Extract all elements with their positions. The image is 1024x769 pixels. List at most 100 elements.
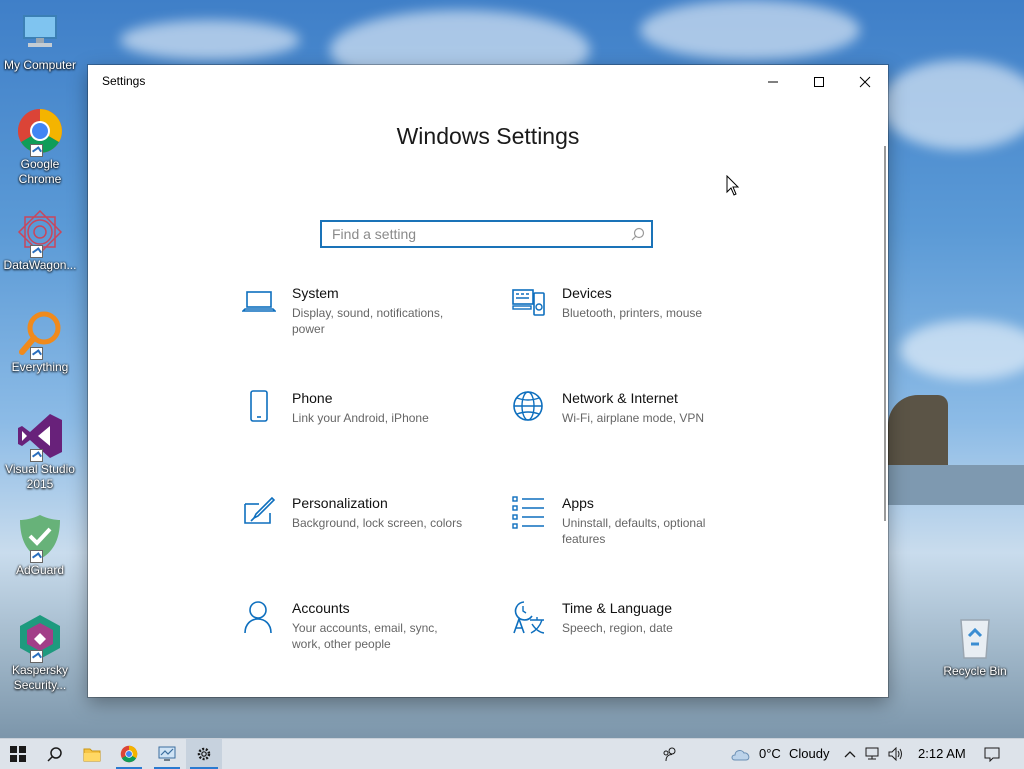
- search-box[interactable]: [320, 220, 653, 248]
- desktop-icon-label: Visual Studio 2015: [5, 462, 75, 491]
- cloud: [120, 20, 300, 60]
- tile-description: Uninstall, defaults, optional features: [562, 516, 706, 546]
- tile-name: System: [292, 285, 339, 301]
- tile-name: Network & Internet: [562, 390, 678, 406]
- visual-studio-icon: [16, 412, 64, 462]
- tile-description: Bluetooth, printers, mouse: [562, 306, 703, 320]
- minimize-icon: [768, 81, 778, 82]
- tile-network[interactable]: Network & Internet Wi-Fi, airplane mode,…: [512, 390, 742, 470]
- tile-name: Time & Language: [562, 600, 672, 616]
- cloud: [640, 0, 860, 60]
- people-icon: [663, 747, 676, 762]
- datawagon-icon: [16, 208, 64, 258]
- desktop-icon-chrome[interactable]: Google Chrome: [0, 107, 80, 187]
- search-input[interactable]: [322, 222, 632, 246]
- taskbar-file-explorer[interactable]: [76, 739, 108, 769]
- tile-personalization[interactable]: Personalization Background, lock screen,…: [242, 495, 472, 575]
- network-icon: [865, 747, 879, 760]
- taskbar-settings[interactable]: [186, 739, 222, 769]
- shortcut-arrow-icon: [30, 245, 43, 258]
- close-button[interactable]: [842, 65, 888, 98]
- devices-icon: [512, 289, 545, 316]
- adguard-shield-icon: [16, 513, 64, 563]
- minimize-button[interactable]: [750, 65, 796, 98]
- shortcut-arrow-icon: [30, 550, 43, 563]
- tile-system[interactable]: System Display, sound, notifications, po…: [242, 285, 472, 365]
- tile-phone[interactable]: Phone Link your Android, iPhone: [242, 390, 472, 470]
- chrome-icon: [16, 107, 64, 157]
- paint-icon: [244, 496, 276, 524]
- people-button[interactable]: [656, 739, 684, 769]
- desktop-icon-everything[interactable]: Everything: [0, 310, 80, 375]
- tile-time-language[interactable]: Time & Language Speech, region, date: [512, 600, 742, 680]
- speaker-icon: [888, 747, 902, 761]
- chevron-up-icon: [844, 751, 856, 758]
- weather-widget[interactable]: [726, 739, 756, 769]
- weather-condition[interactable]: Cloudy: [789, 746, 829, 761]
- desktop-icon-adguard[interactable]: AdGuard: [0, 513, 80, 578]
- search-icon: [47, 747, 62, 762]
- desktop-icon-my-computer[interactable]: My Computer: [0, 8, 80, 73]
- desktop-icon-label: Recycle Bin: [943, 664, 1007, 678]
- network-button[interactable]: [862, 739, 884, 769]
- tile-description: Background, lock screen, colors: [292, 516, 463, 530]
- tile-description: Your accounts, email, sync, work, other …: [292, 621, 438, 651]
- tile-devices[interactable]: Devices Bluetooth, printers, mouse: [512, 285, 742, 365]
- page-title: Windows Settings: [396, 123, 580, 149]
- phone-icon: [250, 390, 268, 422]
- desktop-icon-label: My Computer: [3, 58, 77, 72]
- tile-accounts[interactable]: Accounts Your accounts, email, sync, wor…: [242, 600, 472, 680]
- gear-icon: [197, 747, 211, 761]
- person-icon: [244, 601, 272, 634]
- shortcut-arrow-icon: [30, 449, 43, 462]
- notifications-button[interactable]: [978, 739, 1006, 769]
- desktop-icon-label: Kaspersky Security...: [11, 663, 69, 692]
- desktop-icon-datawagon[interactable]: DataWagon...: [0, 208, 80, 273]
- shortcut-arrow-icon: [30, 650, 43, 663]
- search-taskbar-button[interactable]: [38, 739, 72, 769]
- desktop-icon-label: DataWagon...: [3, 258, 77, 272]
- tile-apps[interactable]: Apps Uninstall, defaults, optional featu…: [512, 495, 742, 575]
- tile-description: Display, sound, notifications, power: [292, 306, 444, 336]
- taskbar-chrome[interactable]: [112, 739, 146, 769]
- tile-description: Link your Android, iPhone: [292, 411, 429, 425]
- apps-list-icon: [512, 496, 544, 529]
- monitor-app-icon: [158, 746, 176, 761]
- globe-icon: [513, 391, 543, 421]
- magnifier-orange-icon: [16, 310, 64, 360]
- weather-temperature[interactable]: 0°C: [759, 746, 781, 761]
- shortcut-arrow-icon: [30, 144, 43, 157]
- search-icon: [631, 227, 645, 241]
- tile-name: Personalization: [292, 495, 388, 511]
- maximize-button[interactable]: [796, 65, 842, 98]
- desktop-icon-kaspersky[interactable]: Kaspersky Security...: [0, 613, 80, 693]
- notification-icon: [984, 747, 1000, 762]
- computer-icon: [16, 8, 64, 56]
- kaspersky-icon: [16, 613, 64, 663]
- tile-description: Speech, region, date: [562, 621, 673, 635]
- title-bar[interactable]: Settings: [88, 65, 888, 98]
- show-hidden-icons-button[interactable]: [842, 739, 858, 769]
- scrollbar[interactable]: [884, 146, 886, 521]
- windows-logo-icon: [10, 746, 26, 762]
- volume-button[interactable]: [885, 739, 907, 769]
- taskbar-app-monitor[interactable]: [150, 739, 184, 769]
- start-button[interactable]: [2, 739, 34, 769]
- desktop-icon-recycle-bin[interactable]: Recycle Bin: [935, 614, 1015, 679]
- maximize-icon: [814, 76, 824, 87]
- window-title: Settings: [102, 74, 146, 88]
- laptop-icon: [242, 291, 276, 312]
- tile-name: Accounts: [292, 600, 350, 616]
- desktop-icon-label: Google Chrome: [18, 157, 62, 186]
- cloud: [880, 60, 1024, 150]
- close-icon: [859, 76, 871, 87]
- desktop-icon-visual-studio[interactable]: Visual Studio 2015: [0, 412, 80, 492]
- clock[interactable]: 2:12 AM: [918, 746, 966, 761]
- folder-icon: [83, 748, 101, 762]
- shortcut-arrow-icon: [30, 347, 43, 360]
- tile-name: Apps: [562, 495, 594, 511]
- tile-name: Phone: [292, 390, 333, 406]
- cloud-icon: [731, 750, 750, 761]
- desktop-icon-label: Everything: [11, 360, 69, 374]
- desktop-icon-label: AdGuard: [15, 563, 65, 577]
